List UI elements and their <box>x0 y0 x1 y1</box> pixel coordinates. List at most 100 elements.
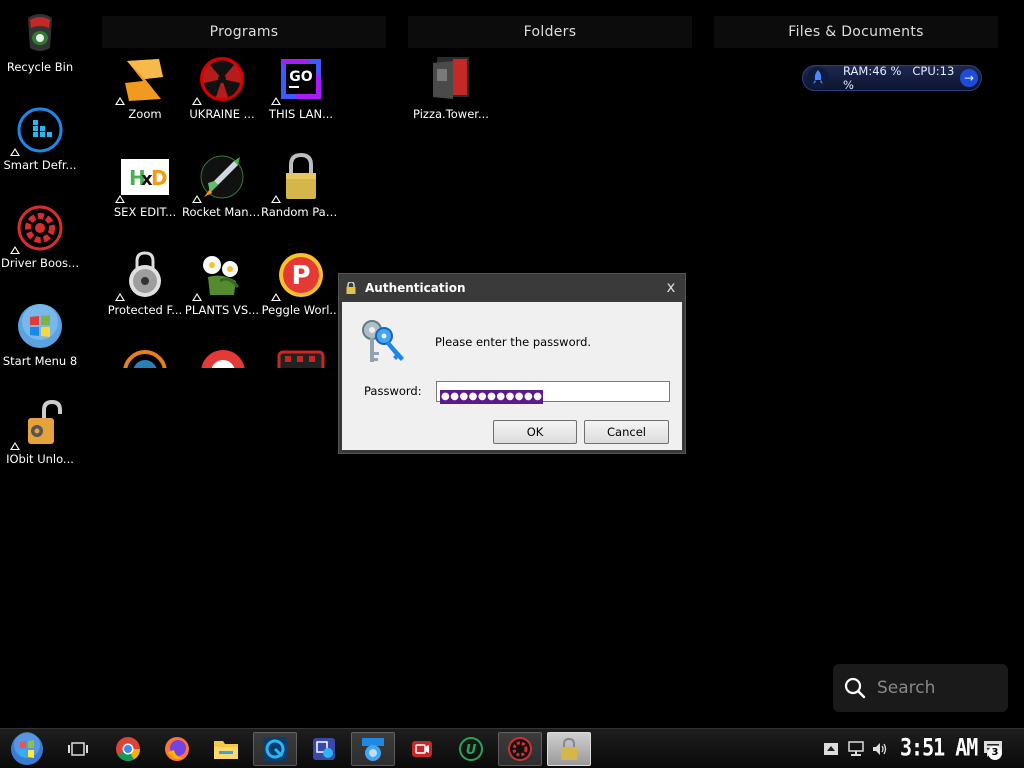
authentication-dialog: Authentication x Please enter the passwo… <box>338 273 686 454</box>
fence-item-label: Zoom <box>128 107 162 121</box>
password-input[interactable]: ●●●●●●●●●●● <box>436 381 670 404</box>
zoom-app-icon <box>115 55 169 105</box>
taskbar-network-app[interactable] <box>351 732 395 766</box>
desktop-icon-driver-booster[interactable]: Driver Boos... <box>0 204 80 270</box>
chrome-icon <box>116 737 140 762</box>
fence-files-header[interactable]: Files & Documents <box>714 16 998 48</box>
fence-folders-header[interactable]: Folders <box>408 16 692 48</box>
partial-app-icon <box>201 350 245 368</box>
desktop-icon-start-menu-8[interactable]: Start Menu 8 <box>0 302 80 368</box>
desktop-search-box[interactable] <box>833 664 1008 712</box>
fence-item-zoom[interactable]: Zoom <box>105 55 185 121</box>
uninstaller-icon: U <box>459 737 483 761</box>
lock-icon <box>346 281 356 294</box>
fence-item-label: THIS LAN... <box>268 107 334 121</box>
network-tray-button[interactable] <box>845 732 867 766</box>
goland-icon: GO <box>271 55 325 105</box>
dialog-titlebar[interactable]: Authentication x <box>339 274 685 301</box>
partial-app-icon <box>277 350 325 368</box>
fence-item-partial-3[interactable] <box>277 348 325 368</box>
system-monitor-widget[interactable]: RAM:46 % CPU:13 % → <box>802 64 982 92</box>
close-icon[interactable]: x <box>657 274 685 301</box>
svg-text:P: P <box>291 261 310 291</box>
fence-item-protected-folder[interactable]: Protected F... <box>105 251 185 317</box>
volume-tray-button[interactable] <box>869 732 891 766</box>
fence-item-rocket[interactable]: Rocket Mani... <box>182 153 262 219</box>
fence-item-label: Random Pass... <box>261 205 341 219</box>
taskbar-screen-recorder[interactable] <box>400 732 444 766</box>
taskbar-advanced-systemcare[interactable] <box>253 732 297 766</box>
taskbar-firefox[interactable] <box>155 732 199 766</box>
keys-icon <box>362 320 404 362</box>
fence-item-peggle[interactable]: P Peggle Worl... <box>261 251 341 317</box>
shortcut-arrow-icon <box>115 195 125 203</box>
taskbar-clock[interactable]: 3:51 AM <box>900 733 978 762</box>
fence-item-hxd[interactable]: H x D SEX EDIT... <box>105 153 185 219</box>
desktop-icon-label: Driver Boos... <box>1 256 79 270</box>
fence-item-label: PLANTS VS... <box>184 303 260 317</box>
task-view-button[interactable] <box>56 732 100 766</box>
driver-booster-taskbar-icon <box>508 737 532 761</box>
ram-usage: RAM:46 % <box>843 64 902 78</box>
shortcut-arrow-icon <box>10 246 20 254</box>
start-button[interactable] <box>5 732 49 766</box>
shortcut-arrow-icon <box>192 195 202 203</box>
firefox-icon <box>165 737 189 761</box>
fence-item-ukraine[interactable]: UKRAINE ... <box>182 55 262 121</box>
search-input[interactable] <box>877 678 997 698</box>
dialog-title: Authentication <box>365 280 466 295</box>
smart-defrag-icon <box>10 106 64 156</box>
network-app-icon <box>362 738 384 761</box>
show-hidden-icons-button[interactable] <box>820 732 842 766</box>
rocket-boost-icon[interactable] <box>807 67 829 89</box>
hxd-editor-icon: H x D <box>115 153 169 203</box>
shortcut-arrow-icon <box>10 148 20 156</box>
notification-count-badge: 3 <box>988 746 1002 760</box>
desktop-icon-label: IObit Unlo... <box>6 452 74 466</box>
image-app-icon <box>313 738 335 760</box>
desktop-icon-recycle-bin[interactable]: Recycle Bin <box>0 8 80 74</box>
shortcut-arrow-icon <box>271 293 281 301</box>
svg-text:GO: GO <box>289 69 312 85</box>
desktop-icon-smart-defrag[interactable]: Smart Defr... <box>0 106 80 172</box>
fence-item-label: Pizza.Tower... <box>413 107 489 121</box>
password-label: Password: <box>364 384 422 398</box>
desktop-icon-iobit-unlocker[interactable]: IObit Unlo... <box>0 399 80 466</box>
arrow-right-icon[interactable]: → <box>960 69 978 87</box>
screen-recorder-icon <box>412 741 432 757</box>
taskbar-lock-app[interactable] <box>547 732 591 766</box>
start-orb-icon <box>11 732 43 765</box>
recycle-bin-icon <box>16 8 64 56</box>
fence-item-partial-1[interactable] <box>121 348 169 368</box>
advanced-systemcare-icon <box>263 737 287 761</box>
shortcut-arrow-icon <box>115 97 125 105</box>
padlock-icon <box>271 152 325 203</box>
fence-item-pizza-tower[interactable]: Pizza.Tower... <box>411 55 491 121</box>
shortcut-arrow-icon <box>10 442 20 450</box>
radiation-icon <box>192 55 246 105</box>
taskbar-chrome[interactable] <box>106 732 150 766</box>
taskbar-image-app[interactable] <box>302 732 346 766</box>
system-monitor-readout: RAM:46 % CPU:13 % <box>829 64 960 92</box>
iobit-unlocker-icon <box>10 399 64 450</box>
shortcut-arrow-icon <box>192 97 202 105</box>
taskbar-file-explorer[interactable] <box>204 732 248 766</box>
protected-folder-icon <box>115 251 169 301</box>
ok-button[interactable]: OK <box>493 420 577 444</box>
lock-app-icon <box>561 737 577 760</box>
fence-item-goland[interactable]: GO THIS LAN... <box>261 55 341 121</box>
fence-item-label: SEX EDIT... <box>113 205 177 219</box>
taskbar-uninstaller[interactable]: U <box>449 732 493 766</box>
driver-booster-icon <box>10 204 64 254</box>
fence-item-random-pass[interactable]: Random Pass... <box>261 152 341 219</box>
fence-item-plants-vs[interactable]: PLANTS VS... <box>182 251 262 317</box>
plants-vs-zombies-icon <box>192 251 246 301</box>
fence-programs-header[interactable]: Programs <box>102 16 386 48</box>
peggle-icon: P <box>271 251 325 301</box>
file-explorer-icon <box>214 741 238 759</box>
partial-app-icon <box>123 350 167 368</box>
fence-item-partial-2[interactable] <box>199 348 247 368</box>
cancel-button[interactable]: Cancel <box>584 420 669 444</box>
dialog-prompt: Please enter the password. <box>435 335 592 349</box>
taskbar-driver-booster[interactable] <box>498 732 542 766</box>
